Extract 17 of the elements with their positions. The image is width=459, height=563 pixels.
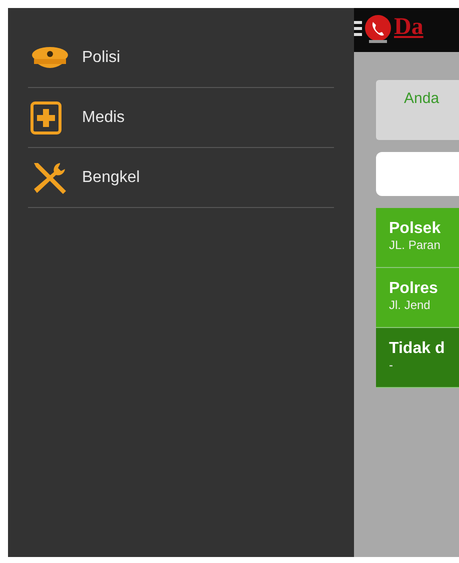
app-title: Da bbox=[394, 14, 424, 40]
result-name: Tidak d bbox=[389, 340, 445, 358]
result-address: Jl. Jend bbox=[389, 298, 430, 312]
result-item[interactable]: Tidak d - bbox=[376, 328, 459, 388]
drawer-item[interactable]: Medis bbox=[28, 88, 334, 148]
menu-icon[interactable] bbox=[354, 20, 362, 36]
medical-cross-icon bbox=[30, 100, 62, 134]
police-cap-icon bbox=[30, 46, 70, 70]
drawer-item[interactable]: Bengkel bbox=[28, 148, 334, 208]
result-address: JL. Paran bbox=[389, 238, 440, 252]
phone-logo-icon bbox=[363, 14, 393, 44]
result-name: Polsek bbox=[389, 220, 441, 238]
result-address: - bbox=[389, 358, 393, 372]
result-name: Polres bbox=[389, 280, 438, 298]
drawer-item[interactable]: Polisi bbox=[28, 28, 334, 88]
notice-text: Anda bbox=[404, 90, 440, 107]
search-field[interactable] bbox=[376, 152, 459, 196]
